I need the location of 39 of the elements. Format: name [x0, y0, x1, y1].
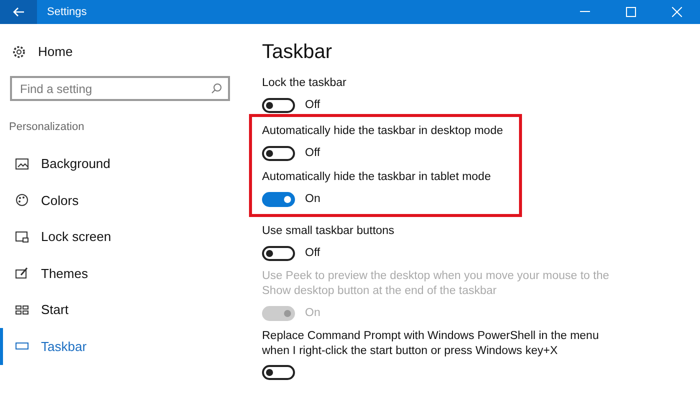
screen-lock-icon	[15, 230, 29, 244]
toggle-state: Off	[305, 98, 320, 113]
maximize-icon	[626, 7, 636, 17]
setting-label: Automatically hide the taskbar in desktop mode	[262, 124, 504, 140]
palette-icon	[15, 193, 29, 208]
toggle-switch[interactable]	[262, 246, 295, 261]
toggle-switch[interactable]	[262, 365, 295, 380]
section-heading: Personalization	[9, 120, 86, 135]
setting-label: Use Peek to preview the desktop when you move your mouse to the Show desktop button at the end of the taskbar	[262, 269, 610, 299]
back-arrow-icon	[12, 7, 24, 17]
setting-label: Lock the taskbar	[262, 76, 348, 91]
toggle-switch[interactable]	[262, 192, 295, 207]
minimize-icon	[580, 11, 590, 13]
gear-icon	[12, 45, 26, 59]
nav-item[interactable]: Colors	[0, 182, 240, 218]
back-button[interactable]	[0, 0, 37, 24]
setting-label: Replace Command Prompt with Windows PowerShell in the menu when I right-click the start button or press Windows key+X	[262, 329, 600, 360]
toggle-switch[interactable]	[262, 98, 295, 114]
home-nav-item[interactable]: Home	[0, 40, 240, 64]
toggle-state: On	[305, 192, 320, 206]
setting-label: Use small taskbar buttons	[262, 224, 396, 239]
search-icon	[211, 83, 222, 94]
toggle-state: On	[305, 306, 320, 321]
nav-item[interactable]: Taskbar	[0, 328, 240, 364]
nav-item[interactable]: Start	[0, 292, 240, 328]
nav-item[interactable]: Themes	[0, 255, 240, 292]
toggle-switch[interactable]	[262, 146, 295, 162]
brush-screen-icon	[15, 266, 29, 280]
close-icon	[672, 7, 682, 17]
page-title: Taskbar	[262, 40, 334, 65]
search-field[interactable]: Find a setting	[10, 76, 230, 101]
setting-label: Automatically hide the taskbar in tablet mode	[262, 170, 492, 184]
nav-item[interactable]: Background	[0, 146, 240, 182]
toggle-state: Off	[305, 246, 320, 261]
tiles-icon	[15, 302, 29, 317]
window-title: Settings	[47, 4, 87, 20]
nav-item[interactable]: Lock screen	[0, 218, 240, 255]
picture-frame-icon	[15, 156, 29, 171]
toggle-state: Off	[305, 146, 320, 162]
